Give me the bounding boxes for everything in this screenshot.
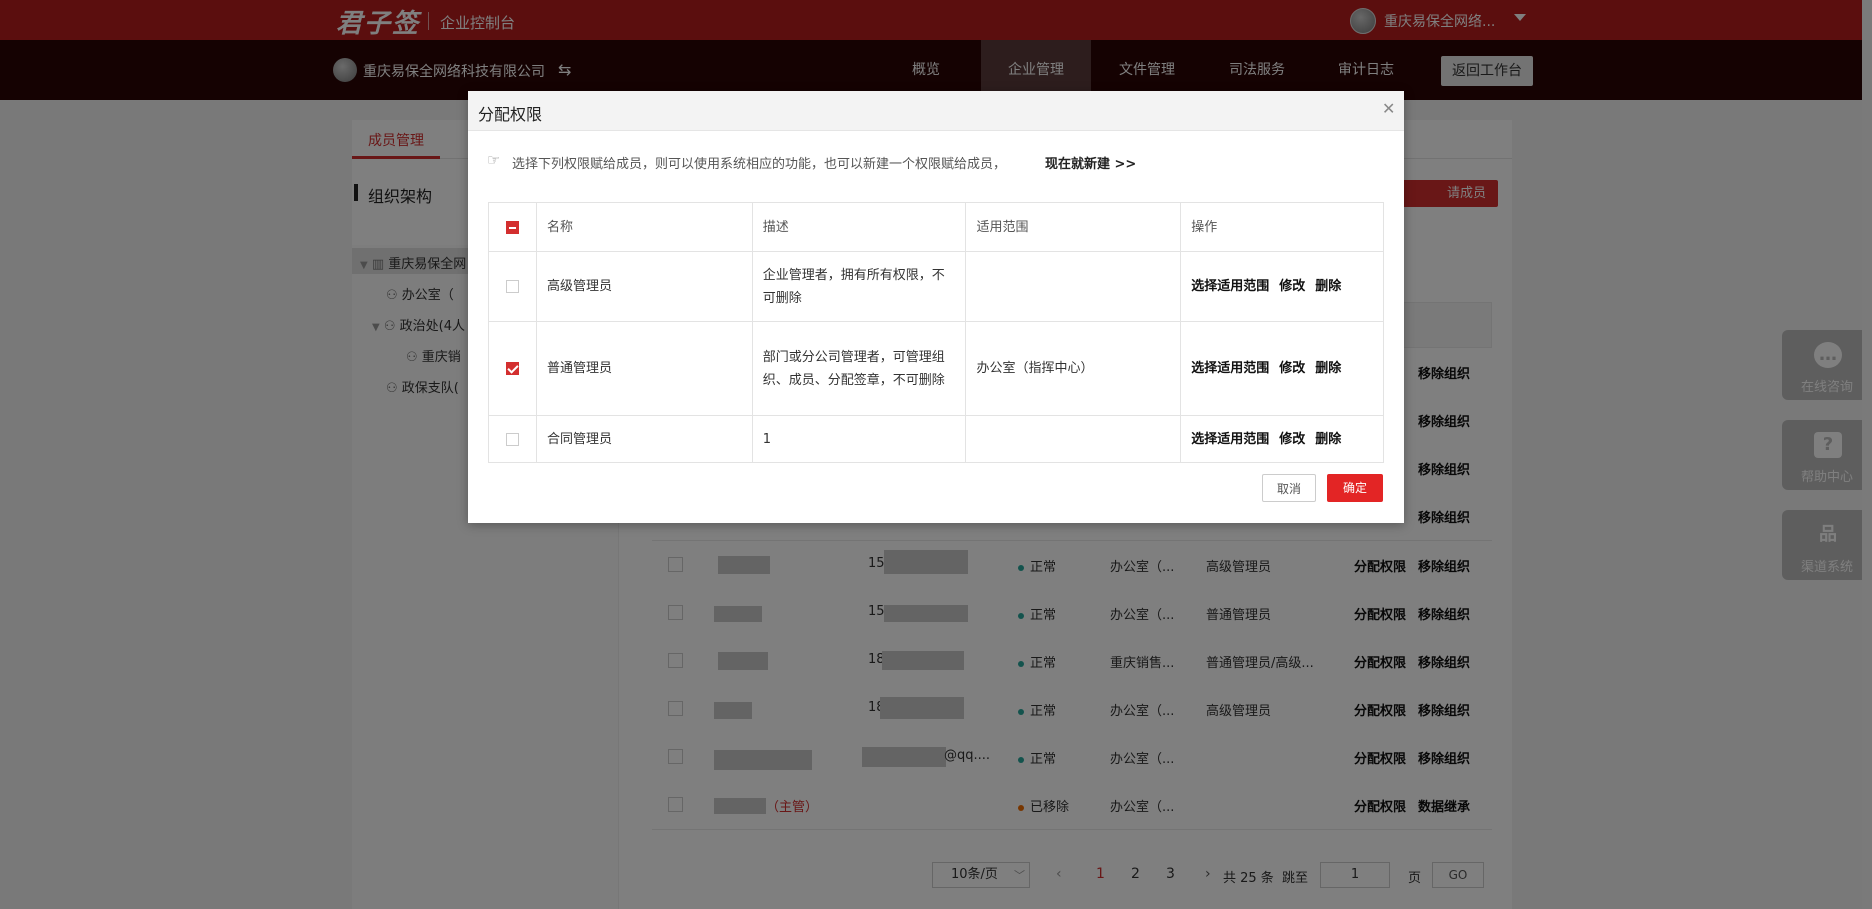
role-scope: 办公室（指挥中心） <box>965 321 1182 416</box>
assign-permission-dialog: 分配权限 ✕ ☞ 选择下列权限赋给成员，则可以使用系统相应的功能，也可以新建一个… <box>468 91 1404 523</box>
col-desc: 描述 <box>751 202 967 252</box>
row-checkbox-checked[interactable] <box>505 362 519 375</box>
select-scope-link[interactable]: 选择适用范围 <box>1191 432 1269 447</box>
col-ops: 操作 <box>1180 202 1384 252</box>
table-row: 合同管理员 1 选择适用范围 修改 删除 <box>488 415 1384 463</box>
dialog-title: 分配权限 <box>478 105 543 124</box>
table-row: 普通管理员 部门或分公司管理者，可管理组织、成员、分配签章，不可删除 办公室（指… <box>488 321 1384 416</box>
table-row: 高级管理员 企业管理者，拥有所有权限，不可删除 选择适用范围 修改 删除 <box>488 251 1384 322</box>
select-scope-link[interactable]: 选择适用范围 <box>1191 361 1269 376</box>
create-new-link[interactable]: 现在就新建 >> <box>1045 153 1136 172</box>
col-name: 名称 <box>535 202 753 252</box>
permission-table: 名称 描述 适用范围 操作 高级管理员 企业管理者，拥有所有权限，不可删除 选择… <box>488 202 1384 463</box>
role-scope <box>965 415 1182 463</box>
dialog-hint: 选择下列权限赋给成员，则可以使用系统相应的功能，也可以新建一个权限赋给成员， <box>512 157 1007 172</box>
delete-link[interactable]: 删除 <box>1315 279 1341 294</box>
role-name: 合同管理员 <box>535 415 753 463</box>
dialog-header <box>468 91 1404 131</box>
role-ops: 选择适用范围 修改 删除 <box>1180 415 1384 463</box>
role-desc: 企业管理者，拥有所有权限，不可删除 <box>751 251 967 322</box>
delete-link[interactable]: 删除 <box>1315 432 1341 447</box>
role-scope <box>965 251 1182 322</box>
role-name: 普通管理员 <box>535 321 753 416</box>
select-all-checkbox[interactable] <box>505 220 519 234</box>
row-checkbox[interactable] <box>505 280 519 293</box>
confirm-button[interactable]: 确定 <box>1327 474 1383 502</box>
role-desc: 1 <box>751 415 967 463</box>
pointing-hand-icon: ☞ <box>487 151 501 169</box>
edit-link[interactable]: 修改 <box>1279 432 1305 447</box>
row-checkbox[interactable] <box>505 432 519 446</box>
role-name: 高级管理员 <box>535 251 753 322</box>
role-ops: 选择适用范围 修改 删除 <box>1180 251 1384 322</box>
delete-link[interactable]: 删除 <box>1315 361 1341 376</box>
table-header-row: 名称 描述 适用范围 操作 <box>488 202 1384 252</box>
role-ops: 选择适用范围 修改 删除 <box>1180 321 1384 416</box>
edit-link[interactable]: 修改 <box>1279 361 1305 376</box>
edit-link[interactable]: 修改 <box>1279 279 1305 294</box>
col-scope: 适用范围 <box>965 202 1182 252</box>
close-icon[interactable]: ✕ <box>1382 99 1395 118</box>
cancel-button[interactable]: 取消 <box>1262 474 1316 502</box>
role-desc: 部门或分公司管理者，可管理组织、成员、分配签章，不可删除 <box>751 321 967 416</box>
select-scope-link[interactable]: 选择适用范围 <box>1191 279 1269 294</box>
